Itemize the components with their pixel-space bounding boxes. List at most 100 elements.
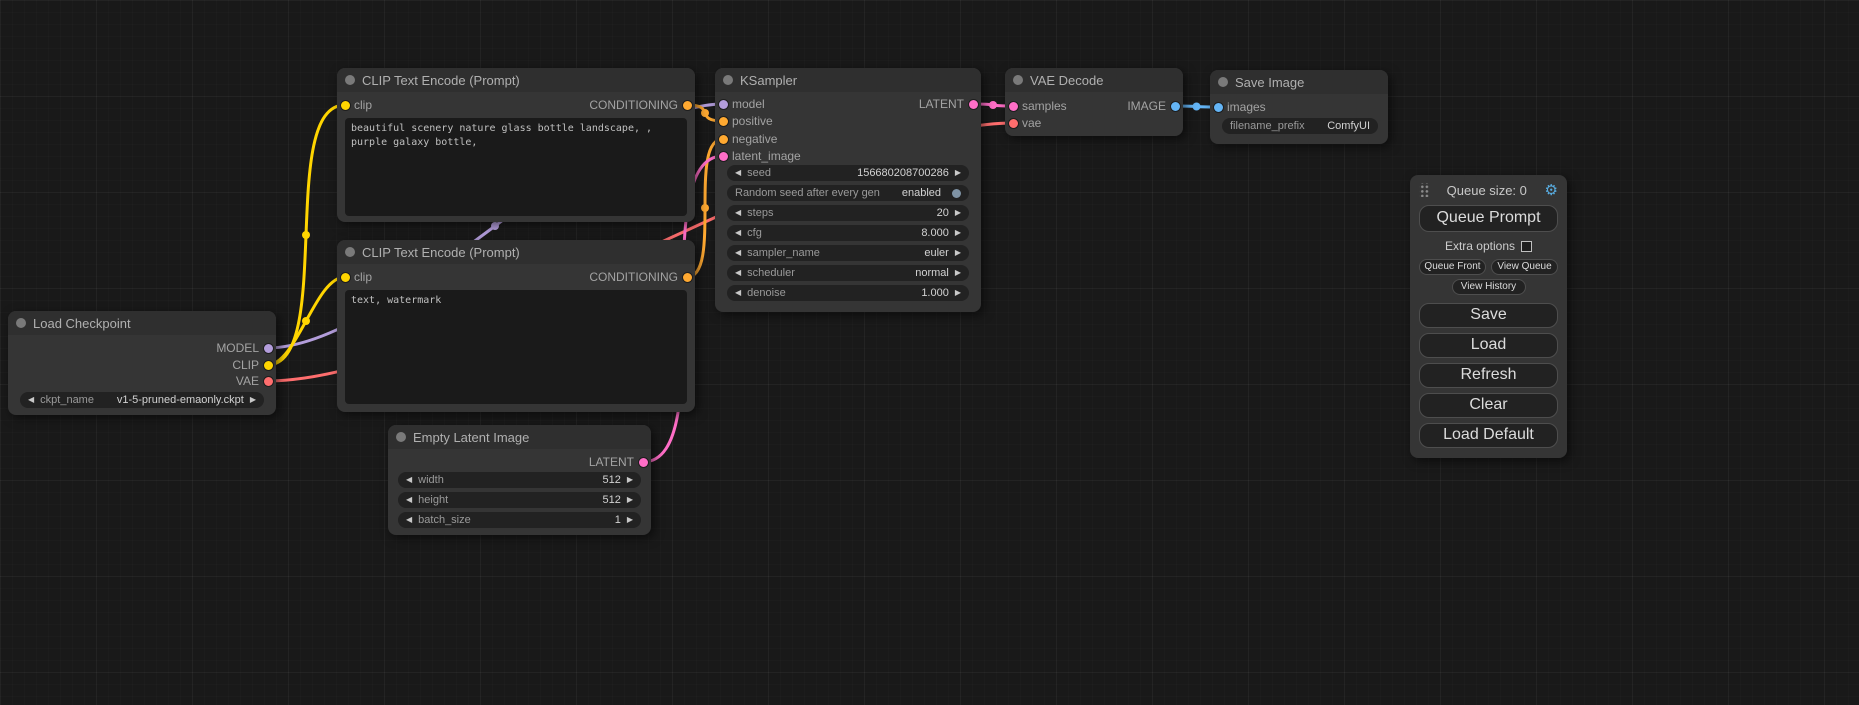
widget-height[interactable]: ◀ height 512 ▶ [398, 492, 641, 508]
output-label: CONDITIONING [589, 270, 678, 284]
wire-clip-to-negative [267, 277, 345, 365]
view-queue-button[interactable]: View Queue [1491, 259, 1558, 275]
settings-gear-icon[interactable]: ⚙ [1545, 183, 1558, 198]
widget-label: seed [747, 167, 771, 179]
decrement-arrow-icon[interactable]: ◀ [735, 269, 741, 277]
output-dot-latent[interactable] [969, 100, 978, 109]
prompt-textarea[interactable]: text, watermark [345, 290, 687, 404]
widget-width[interactable]: ◀ width 512 ▶ [398, 472, 641, 488]
increment-arrow-icon[interactable]: ▶ [955, 229, 961, 237]
decrement-arrow-icon[interactable]: ◀ [735, 209, 741, 217]
widget-seed[interactable]: ◀ seed 156680208700286 ▶ [727, 165, 969, 181]
input-slot-images: images [1210, 98, 1266, 116]
collapse-toggle-icon[interactable] [345, 75, 355, 85]
increment-arrow-icon[interactable]: ▶ [955, 209, 961, 217]
clear-button[interactable]: Clear [1419, 393, 1558, 418]
input-dot-model[interactable] [719, 100, 728, 109]
increment-arrow-icon[interactable]: ▶ [627, 476, 633, 484]
drag-handle-icon[interactable] [1419, 183, 1429, 197]
decrement-arrow-icon[interactable]: ◀ [406, 516, 412, 524]
decrement-arrow-icon[interactable]: ◀ [406, 496, 412, 504]
input-dot-clip[interactable] [341, 101, 350, 110]
queue-prompt-button[interactable]: Queue Prompt [1419, 205, 1558, 232]
increment-arrow-icon[interactable]: ▶ [955, 169, 961, 177]
collapse-toggle-icon[interactable] [396, 432, 406, 442]
view-history-button[interactable]: View History [1452, 279, 1526, 295]
widget-steps[interactable]: ◀ steps 20 ▶ [727, 205, 969, 221]
prompt-textarea[interactable]: beautiful scenery nature glass bottle la… [345, 118, 687, 216]
output-dot-conditioning[interactable] [683, 273, 692, 282]
output-slot-conditioning: CONDITIONING [589, 96, 695, 114]
node-title-bar[interactable]: KSampler [715, 68, 981, 92]
input-dot-latent-image[interactable] [719, 152, 728, 161]
collapse-toggle-icon[interactable] [1218, 77, 1228, 87]
input-dot-clip[interactable] [341, 273, 350, 282]
queue-front-button[interactable]: Queue Front [1419, 259, 1486, 275]
collapse-toggle-icon[interactable] [16, 318, 26, 328]
refresh-button[interactable]: Refresh [1419, 363, 1558, 388]
widget-batch-size[interactable]: ◀ batch_size 1 ▶ [398, 512, 641, 528]
node-load-checkpoint[interactable]: Load Checkpoint MODEL CLIP VAE ◀ ckpt_na… [8, 311, 276, 415]
toggle-dot-icon[interactable] [952, 189, 961, 198]
input-dot-samples[interactable] [1009, 102, 1018, 111]
widget-scheduler[interactable]: ◀ scheduler normal ▶ [727, 265, 969, 281]
input-dot-vae[interactable] [1009, 119, 1018, 128]
output-dot-latent[interactable] [639, 458, 648, 467]
input-dot-negative[interactable] [719, 135, 728, 144]
decrement-arrow-icon[interactable]: ◀ [28, 396, 34, 404]
node-title: Load Checkpoint [33, 316, 131, 331]
widget-ckpt-name[interactable]: ◀ ckpt_name v1-5-pruned-emaonly.ckpt ▶ [20, 392, 264, 408]
output-dot-model[interactable] [264, 344, 273, 353]
widget-denoise[interactable]: ◀ denoise 1.000 ▶ [727, 285, 969, 301]
node-title-bar[interactable]: CLIP Text Encode (Prompt) [337, 68, 695, 92]
load-button[interactable]: Load [1419, 333, 1558, 358]
collapse-toggle-icon[interactable] [1013, 75, 1023, 85]
output-slot-vae: VAE [236, 372, 276, 390]
node-save-image[interactable]: Save Image images filename_prefix ComfyU… [1210, 70, 1388, 144]
increment-arrow-icon[interactable]: ▶ [250, 396, 256, 404]
input-dot-positive[interactable] [719, 117, 728, 126]
queue-menu-panel[interactable]: Queue size: 0 ⚙ Queue Prompt Extra optio… [1410, 175, 1567, 458]
save-button[interactable]: Save [1419, 303, 1558, 328]
collapse-toggle-icon[interactable] [345, 247, 355, 257]
wire-midpoint-dot [701, 204, 709, 212]
load-default-button[interactable]: Load Default [1419, 423, 1558, 448]
output-dot-image[interactable] [1171, 102, 1180, 111]
widget-filename-prefix[interactable]: filename_prefix ComfyUI [1222, 118, 1378, 134]
node-title-bar[interactable]: VAE Decode [1005, 68, 1183, 92]
extra-options-label: Extra options [1445, 239, 1515, 253]
node-empty-latent-image[interactable]: Empty Latent Image LATENT ◀ width 512 ▶ … [388, 425, 651, 535]
increment-arrow-icon[interactable]: ▶ [955, 289, 961, 297]
node-graph-canvas[interactable]: Load Checkpoint MODEL CLIP VAE ◀ ckpt_na… [0, 0, 1859, 705]
extra-options-checkbox[interactable] [1521, 241, 1532, 252]
node-ksampler[interactable]: KSampler model positive negative latent_… [715, 68, 981, 312]
wire-midpoint-dot [302, 317, 310, 325]
output-dot-conditioning[interactable] [683, 101, 692, 110]
decrement-arrow-icon[interactable]: ◀ [735, 289, 741, 297]
increment-arrow-icon[interactable]: ▶ [627, 496, 633, 504]
node-clip-text-encode-positive[interactable]: CLIP Text Encode (Prompt) clip CONDITION… [337, 68, 695, 222]
widget-random-seed-toggle[interactable]: Random seed after every gen enabled [727, 185, 969, 201]
decrement-arrow-icon[interactable]: ◀ [735, 229, 741, 237]
node-vae-decode[interactable]: VAE Decode samples vae IMAGE [1005, 68, 1183, 136]
input-dot-images[interactable] [1214, 103, 1223, 112]
widget-sampler-name[interactable]: ◀ sampler_name euler ▶ [727, 245, 969, 261]
node-title-bar[interactable]: CLIP Text Encode (Prompt) [337, 240, 695, 264]
output-dot-clip[interactable] [264, 361, 273, 370]
collapse-toggle-icon[interactable] [723, 75, 733, 85]
node-title-bar[interactable]: Save Image [1210, 70, 1388, 94]
increment-arrow-icon[interactable]: ▶ [955, 249, 961, 257]
node-title-bar[interactable]: Empty Latent Image [388, 425, 651, 449]
decrement-arrow-icon[interactable]: ◀ [735, 169, 741, 177]
widget-label: cfg [747, 227, 762, 239]
increment-arrow-icon[interactable]: ▶ [627, 516, 633, 524]
output-dot-vae[interactable] [264, 377, 273, 386]
decrement-arrow-icon[interactable]: ◀ [735, 249, 741, 257]
widget-cfg[interactable]: ◀ cfg 8.000 ▶ [727, 225, 969, 241]
node-clip-text-encode-negative[interactable]: CLIP Text Encode (Prompt) clip CONDITION… [337, 240, 695, 412]
output-slot-image: IMAGE [1127, 97, 1183, 115]
decrement-arrow-icon[interactable]: ◀ [406, 476, 412, 484]
node-title: Empty Latent Image [413, 430, 529, 445]
increment-arrow-icon[interactable]: ▶ [955, 269, 961, 277]
node-title-bar[interactable]: Load Checkpoint [8, 311, 276, 335]
